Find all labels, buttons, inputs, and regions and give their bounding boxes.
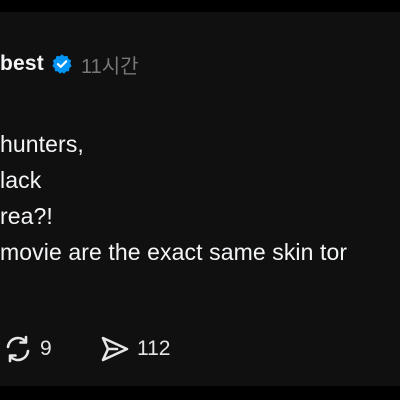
post-body-line: lack	[0, 167, 42, 193]
share-count: 112	[137, 337, 171, 360]
post-body-line: movie are the exact same skin tor	[0, 239, 348, 265]
repost-count: 9	[40, 337, 52, 360]
repost-icon	[3, 334, 33, 364]
post-actions: 9 112	[0, 332, 400, 366]
repost-button[interactable]: 9	[3, 332, 52, 366]
verified-badge-icon	[51, 53, 73, 75]
post-header: best 11시간	[0, 49, 139, 79]
post-body-line: hunters,	[0, 131, 84, 157]
post-card[interactable]: best 11시간 hunters, lack rea?! movie are …	[0, 12, 400, 386]
share-icon	[100, 334, 130, 364]
post-body-line: rea?!	[0, 203, 53, 229]
post-timestamp: 11시간	[80, 55, 139, 78]
share-button[interactable]: 112	[100, 332, 170, 366]
post-body: hunters, lack rea?! movie are the exact …	[0, 126, 400, 270]
username[interactable]: best	[0, 52, 44, 76]
